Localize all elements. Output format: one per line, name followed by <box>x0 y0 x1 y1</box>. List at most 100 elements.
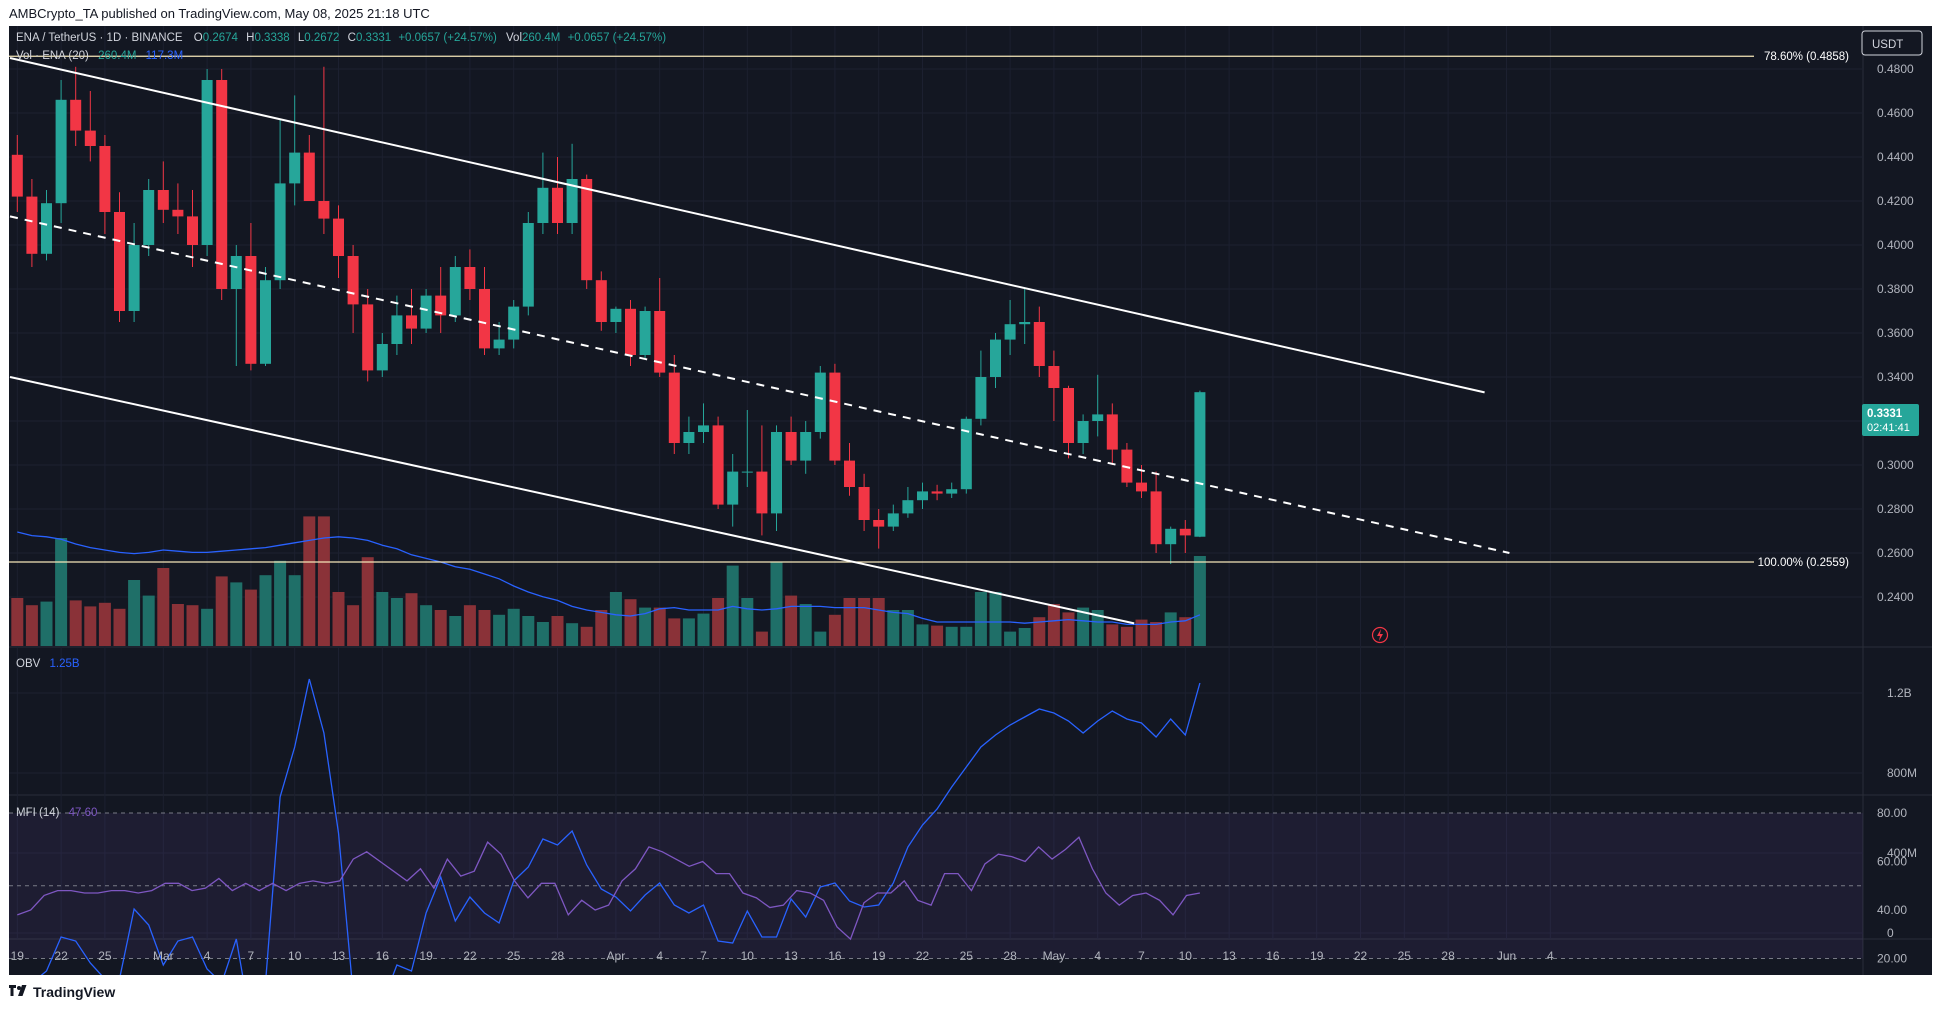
candle-body[interactable] <box>1092 414 1104 421</box>
candle-body[interactable] <box>873 520 885 527</box>
drawings[interactable]: 78.60% (0.4858) 100.00% (0.2559) <box>9 51 1849 625</box>
candle-body[interactable] <box>84 130 96 146</box>
candle-body[interactable] <box>1194 392 1206 537</box>
candle-body[interactable] <box>814 372 826 432</box>
candle-body[interactable] <box>289 152 301 184</box>
candle-body[interactable] <box>741 471 753 473</box>
candle-body[interactable] <box>683 432 695 443</box>
candle-body[interactable] <box>391 315 403 344</box>
candle-body[interactable] <box>917 491 928 501</box>
lightning-icon[interactable] <box>1371 626 1389 644</box>
candle-body[interactable] <box>41 203 52 254</box>
candle-body[interactable] <box>128 245 140 311</box>
volume-bar <box>785 595 798 646</box>
candle-body[interactable] <box>11 154 23 197</box>
candle-body[interactable] <box>1063 388 1074 443</box>
candle-body[interactable] <box>70 99 82 131</box>
candle-body[interactable] <box>201 80 213 245</box>
volume-bar <box>507 608 520 646</box>
candle-body[interactable] <box>756 471 768 514</box>
candle-body[interactable] <box>581 179 593 281</box>
candle-body[interactable] <box>230 256 242 289</box>
candle-body[interactable] <box>55 99 67 204</box>
candle-body[interactable] <box>975 377 987 419</box>
candle-body[interactable] <box>639 311 651 355</box>
candle-body[interactable] <box>537 187 549 223</box>
currency-button[interactable]: USDT <box>1861 30 1923 56</box>
candle-body[interactable] <box>1077 421 1089 443</box>
candle-body[interactable] <box>420 295 432 329</box>
candle-body[interactable] <box>260 280 271 364</box>
candle-body[interactable] <box>1033 322 1045 366</box>
candle-body[interactable] <box>844 460 855 487</box>
candle-body[interactable] <box>245 256 257 364</box>
candle-body[interactable] <box>698 425 709 432</box>
candle-body[interactable] <box>887 513 899 527</box>
candle-body[interactable] <box>303 152 315 201</box>
volume-bar <box>872 598 885 646</box>
candle-body[interactable] <box>771 432 782 514</box>
candle-body[interactable] <box>143 190 155 245</box>
candle-body[interactable] <box>668 372 680 443</box>
volume-bar <box>916 624 929 646</box>
candle-body[interactable] <box>654 311 666 373</box>
candle-body[interactable] <box>26 196 38 254</box>
candle-body[interactable] <box>595 280 607 322</box>
candle-body[interactable] <box>99 146 111 212</box>
candle-body[interactable] <box>1106 414 1118 450</box>
candle-body[interactable] <box>931 491 943 494</box>
candle-body[interactable] <box>187 216 198 245</box>
candle-body[interactable] <box>172 209 184 217</box>
candle-body[interactable] <box>625 308 636 355</box>
candle-body[interactable] <box>406 315 417 329</box>
candle-body[interactable] <box>990 339 1001 377</box>
candle-body[interactable] <box>712 425 724 505</box>
vol-indicator-name: Vol · ENA (20) <box>16 50 89 62</box>
candle-body[interactable] <box>376 344 388 371</box>
candle-body[interactable] <box>858 487 870 520</box>
candle-body[interactable] <box>347 256 359 305</box>
chart-area[interactable]: 78.60% (0.4858) 100.00% (0.2559) 19 22 25 Ma… <box>9 26 1932 975</box>
candle-body[interactable] <box>114 212 125 311</box>
candle-body[interactable] <box>902 500 914 514</box>
candle-body[interactable] <box>829 372 841 461</box>
candle-body[interactable] <box>552 187 563 223</box>
candle-body[interactable] <box>1179 528 1191 536</box>
candles[interactable] <box>11 66 1206 564</box>
tradingview-footer[interactable]: TradingView <box>9 984 115 1000</box>
candle-body[interactable] <box>1165 528 1177 545</box>
candle-body[interactable] <box>1048 366 1060 388</box>
candle-body[interactable] <box>508 306 520 340</box>
x-tick-label: 28 <box>1003 949 1017 963</box>
candle-body[interactable] <box>464 267 476 289</box>
chart-frame: AMBCrypto_TA published on TradingView.co… <box>0 0 1940 1010</box>
candle-body[interactable] <box>1019 322 1031 325</box>
volume-bar <box>376 592 389 646</box>
candle-body[interactable] <box>610 308 622 322</box>
candle-body[interactable] <box>157 190 169 210</box>
candle-body[interactable] <box>800 432 812 461</box>
candle-body[interactable] <box>1136 482 1147 492</box>
candle-body[interactable] <box>1004 324 1016 340</box>
chart-svg[interactable]: 78.60% (0.4858) 100.00% (0.2559) 19 22 25 Ma… <box>9 26 1932 975</box>
candle-body[interactable] <box>479 289 490 349</box>
volume-bar <box>69 600 82 646</box>
y-tick-label: 0.4800 <box>1877 62 1914 76</box>
candle-body[interactable] <box>333 218 344 256</box>
candle-body[interactable] <box>785 432 797 461</box>
candle-body[interactable] <box>449 267 461 316</box>
candle-body[interactable] <box>946 489 958 494</box>
candle-body[interactable] <box>362 304 374 371</box>
x-tick-label: 25 <box>98 949 112 963</box>
currency-label[interactable]: USDT <box>1872 39 1903 51</box>
candle-body[interactable] <box>274 183 286 281</box>
candle-body[interactable] <box>493 339 505 349</box>
candle-body[interactable] <box>216 80 228 289</box>
candle-body[interactable] <box>1150 491 1162 545</box>
candle-body[interactable] <box>522 223 534 307</box>
volume-bar <box>11 598 24 646</box>
channel-lower-line[interactable] <box>9 376 1135 625</box>
candle-body[interactable] <box>727 471 739 505</box>
x-tick-label: 22 <box>463 949 477 963</box>
candle-body[interactable] <box>318 201 330 219</box>
